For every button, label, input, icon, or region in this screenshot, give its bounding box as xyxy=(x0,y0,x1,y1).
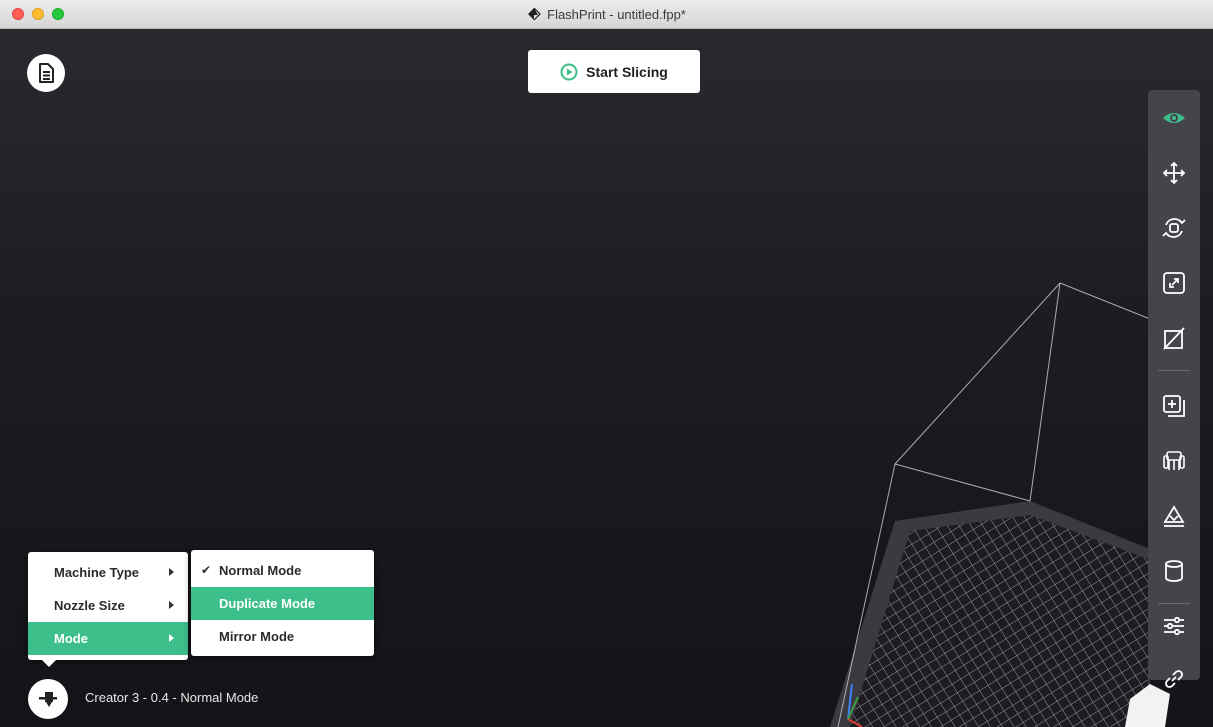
add-object-button[interactable] xyxy=(1148,380,1200,432)
cylinder-icon xyxy=(1165,560,1183,582)
submenu-arrow-icon xyxy=(169,634,174,642)
menu-item-label: Mode xyxy=(54,631,88,646)
submenu-arrow-icon xyxy=(169,601,174,609)
file-menu-button[interactable] xyxy=(27,54,65,92)
menu-item-label: Nozzle Size xyxy=(54,598,125,613)
add-object-icon xyxy=(1163,395,1185,417)
scale-icon xyxy=(1163,272,1185,294)
menu-item-machine-type[interactable]: Machine Type xyxy=(28,556,188,589)
machine-context-menu: Machine Type Nozzle Size Mode xyxy=(28,552,188,660)
submenu-arrow-icon xyxy=(169,568,174,576)
start-slicing-label: Start Slicing xyxy=(586,63,668,80)
submenu-item-mirror-mode[interactable]: Mirror Mode xyxy=(191,620,374,653)
machine-menu-button[interactable] xyxy=(28,679,68,719)
build-viewport[interactable]: Start Slicing Creator 3 - 0.4 - Normal M… xyxy=(0,29,1213,727)
place-on-bed-button[interactable] xyxy=(1148,490,1200,542)
place-on-bed-icon xyxy=(1163,505,1185,527)
rotate-tool-button[interactable] xyxy=(1148,202,1200,254)
supports-icon xyxy=(1163,451,1185,470)
checkmark-icon: ✔ xyxy=(201,563,212,577)
nozzle-icon xyxy=(39,692,57,707)
submenu-item-duplicate-mode[interactable]: Duplicate Mode xyxy=(191,587,374,620)
connect-printer-button[interactable] xyxy=(1148,653,1200,705)
submenu-item-label: Duplicate Mode xyxy=(219,596,316,611)
print-settings-button[interactable] xyxy=(1148,600,1200,652)
move-icon xyxy=(1162,161,1186,185)
submenu-item-label: Normal Mode xyxy=(219,563,302,578)
menu-pointer xyxy=(42,660,56,667)
machine-status-label: Creator 3 - 0.4 - Normal Mode xyxy=(85,690,259,705)
menu-item-mode[interactable]: Mode xyxy=(28,622,188,655)
mode-submenu: ✔ Normal Mode Duplicate Mode Mirror Mode xyxy=(191,550,374,656)
scale-tool-button[interactable] xyxy=(1148,257,1200,309)
cut-icon xyxy=(1163,327,1185,350)
eye-icon xyxy=(1163,113,1185,123)
cylinder-tool-button[interactable] xyxy=(1148,545,1200,597)
submenu-item-label: Mirror Mode xyxy=(219,629,295,644)
supports-tool-button[interactable] xyxy=(1148,435,1200,487)
window-titlebar: FlashPrint - untitled.fpp* xyxy=(0,0,1213,29)
move-tool-button[interactable] xyxy=(1148,147,1200,199)
play-icon xyxy=(560,63,578,80)
document-icon xyxy=(39,63,54,83)
menu-item-nozzle-size[interactable]: Nozzle Size xyxy=(28,589,188,622)
rotate-icon xyxy=(1162,218,1186,238)
start-slicing-button[interactable]: Start Slicing xyxy=(528,50,700,93)
link-icon xyxy=(1165,670,1183,688)
submenu-item-normal-mode[interactable]: ✔ Normal Mode xyxy=(191,554,374,587)
right-toolbar xyxy=(1148,90,1200,688)
menu-item-label: Machine Type xyxy=(54,565,140,580)
window-title: FlashPrint - untitled.fpp* xyxy=(547,6,686,22)
flashprint-logo-icon xyxy=(528,7,541,21)
settings-sliders-icon xyxy=(1164,616,1184,636)
cut-tool-button[interactable] xyxy=(1148,312,1200,364)
toolbar-separator xyxy=(1158,370,1190,371)
view-tool-button[interactable] xyxy=(1148,92,1200,144)
